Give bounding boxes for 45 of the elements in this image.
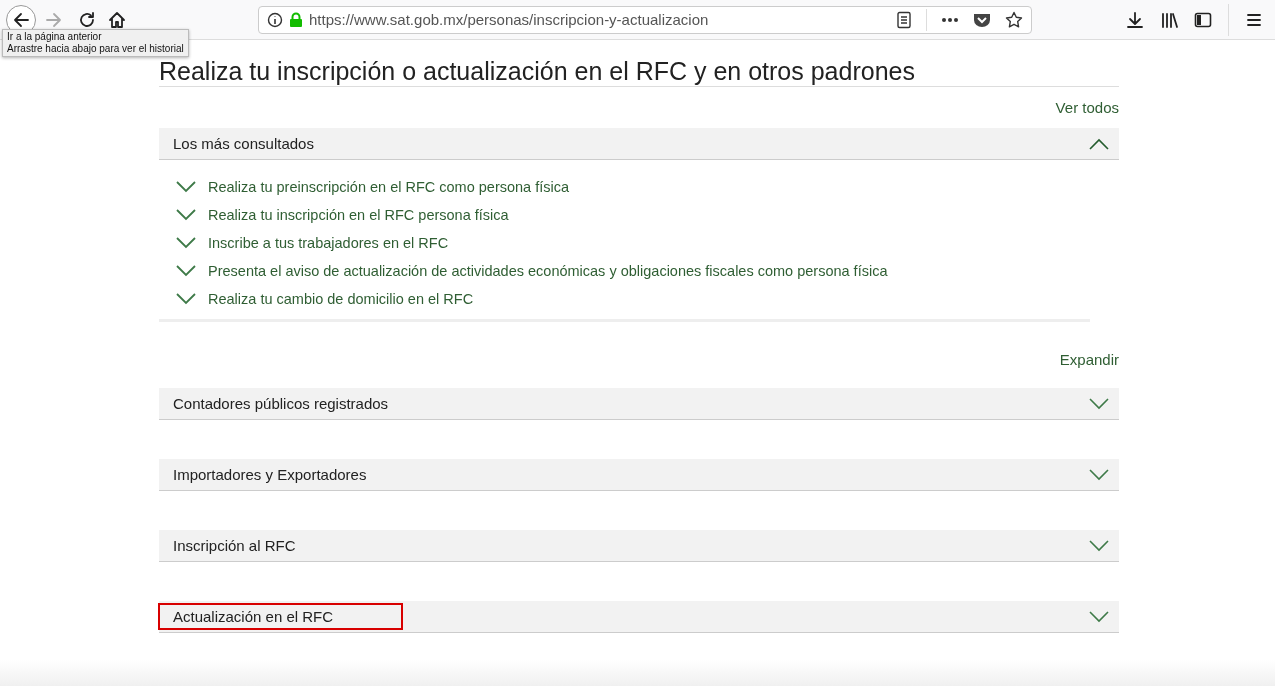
library-icon[interactable]: [1160, 10, 1178, 29]
chevron-down-icon: [1089, 468, 1109, 481]
forward-arrow-icon: [45, 10, 63, 29]
chevron-down-icon: [1089, 539, 1109, 552]
expand-link[interactable]: Expandir: [1059, 351, 1119, 368]
section-title: Los más consultados: [173, 134, 314, 154]
chevron-down-icon: [1089, 397, 1109, 410]
download-icon[interactable]: [1126, 10, 1144, 29]
reload-icon[interactable]: [78, 10, 96, 29]
accordion-header[interactable]: Contadores públicos registrados: [159, 388, 1119, 420]
lock-icon: [289, 11, 303, 28]
chevron-down-icon: [1089, 610, 1109, 623]
chevron-down-icon: [176, 265, 196, 277]
reader-view-icon[interactable]: [896, 10, 912, 29]
sidebar-icon[interactable]: [1194, 10, 1212, 29]
page-title: Realiza tu inscripción o actualización en el RFC y en otros padrones: [159, 58, 1119, 87]
back-arrow-icon: [12, 10, 30, 29]
address-bar[interactable]: https://www.sat.gob.mx/personas/inscripcion-y-actualizacion: [258, 5, 1032, 34]
info-icon: [267, 11, 283, 28]
more-icon[interactable]: [941, 16, 959, 23]
view-all-link[interactable]: Ver todos: [1055, 99, 1119, 116]
tooltip-text: Arrastre hacia abajo para ver el historial: [7, 43, 184, 55]
accordion-header[interactable]: Los más consultados: [159, 128, 1119, 160]
pocket-icon[interactable]: [973, 11, 991, 28]
chevron-up-icon: [1089, 137, 1109, 150]
section-title: Importadores y Exportadores: [173, 465, 367, 485]
item-link[interactable]: Realiza tu preinscripción en el RFC como persona física: [208, 179, 570, 195]
section-title: Actualización en el RFC: [160, 605, 402, 628]
url-text: https://www.sat.gob.mx/personas/inscripcion-y-actualizacion: [309, 11, 709, 28]
accordion-header[interactable]: Importadores y Exportadores: [159, 459, 1119, 491]
chevron-down-icon: [176, 209, 196, 221]
chevron-down-icon: [176, 181, 196, 193]
item-link[interactable]: Inscribe a tus trabajadores en el RFC: [208, 235, 449, 251]
tooltip-text: Ir a la página anterior: [7, 31, 103, 43]
chevron-down-icon: [176, 237, 196, 249]
chevron-down-icon: [176, 293, 196, 305]
star-icon[interactable]: [1005, 10, 1023, 29]
item-link[interactable]: Presenta el aviso de actualización de actividades económicas y obligaciones fiscales como persona física: [208, 263, 888, 279]
accordion-header[interactable]: Actualización en el RFC: [159, 601, 1119, 633]
section-title: Contadores públicos registrados: [173, 394, 389, 414]
section-title: Inscripción al RFC: [173, 536, 296, 556]
item-link[interactable]: Realiza tu inscripción en el RFC persona física: [208, 207, 509, 223]
accordion-header[interactable]: Inscripción al RFC: [159, 530, 1119, 562]
item-link[interactable]: Realiza tu cambio de domicilio en el RFC: [208, 291, 474, 307]
home-icon[interactable]: [108, 10, 126, 29]
